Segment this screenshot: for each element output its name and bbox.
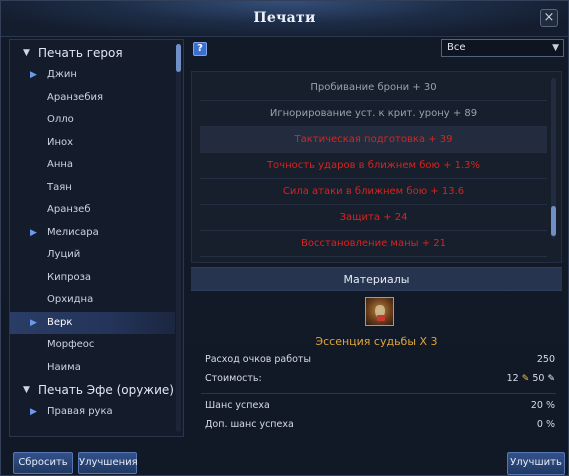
silver-coin-icon: ✎ <box>547 374 555 384</box>
sidebar-item-label: Мелисара <box>47 226 99 238</box>
divider <box>201 393 556 394</box>
seal-category-sidebar: ▼ Печать героя ▶ Джин Аранзебия Олло Инох Анна Т… <box>9 39 184 437</box>
sidebar-item-label: Верк <box>47 316 73 328</box>
chevron-down-icon: ▼ <box>23 48 30 58</box>
sidebar-item[interactable]: Аранзеб <box>10 199 175 222</box>
success-value: 20 % <box>530 400 555 411</box>
help-icon[interactable]: ? <box>193 42 207 56</box>
window-title: Печати <box>253 10 316 26</box>
filter-dropdown[interactable]: Все ▼ <box>441 39 564 57</box>
sidebar-item-label: Наима <box>47 361 81 373</box>
sidebar-item[interactable]: Луций <box>10 244 175 267</box>
stats-scroll-thumb[interactable] <box>551 206 556 236</box>
play-arrow-icon: ▶ <box>30 70 37 80</box>
sidebar-item-label: Олло <box>47 114 74 125</box>
stat-row: Сила атаки в ближнем бою + 13.6 <box>200 179 547 205</box>
success-row: Шанс успеха 20 % <box>205 398 555 414</box>
sidebar-item[interactable]: Наима <box>10 357 175 380</box>
sidebar-item-label: Джин <box>47 69 77 80</box>
reset-button[interactable]: Сбросить <box>13 452 73 474</box>
play-arrow-icon: ▶ <box>30 317 37 328</box>
work-points-value: 250 <box>536 354 555 365</box>
extra-success-value: 0 % <box>536 419 555 430</box>
seals-window: Печати × ▼ Печать героя ▶ Джин Аранзебия Олло… <box>0 0 569 476</box>
sidebar-item[interactable]: Анна <box>10 154 175 177</box>
sidebar-scrollbar[interactable] <box>176 44 181 432</box>
sidebar-group-label: Печать героя <box>38 46 123 60</box>
work-points-row: Расход очков работы 250 <box>205 352 555 368</box>
stats-scrollbar[interactable] <box>551 78 556 238</box>
extra-success-row: Доп. шанс успеха 0 % <box>205 417 555 433</box>
essence-of-fate-icon[interactable] <box>365 297 394 326</box>
sidebar-item[interactable]: Морфеос <box>10 334 175 357</box>
sidebar-group-label: Печать Эфе (оружие) <box>38 383 174 397</box>
materials-header: Материалы <box>191 267 562 291</box>
sidebar-item-label: Кипроза <box>47 271 92 283</box>
filter-selected-value: Все <box>447 42 466 53</box>
sidebar-item-label: Морфеос <box>47 339 95 350</box>
sidebar-item-label: Анна <box>47 159 74 170</box>
badge-shape <box>377 315 385 321</box>
sidebar-item-label: Луций <box>47 249 81 260</box>
sidebar-item[interactable]: ▶ Верк <box>10 311 175 334</box>
sidebar-group[interactable]: ▼ Печать Эфе (оружие) <box>10 379 175 401</box>
stat-row: Мана + 1082 <box>200 257 547 262</box>
stat-row: Точность ударов в ближнем бою + 1.3% <box>200 153 547 179</box>
work-points-label: Расход очков работы <box>205 354 311 365</box>
stat-row: Пробивание брони + 30 <box>200 75 547 101</box>
stat-row: Игнорирование уст. к крит. урону + 89 <box>200 101 547 127</box>
play-arrow-icon: ▶ <box>30 407 37 417</box>
cost-value: 12 ✎ 50 ✎ <box>507 371 555 387</box>
sidebar-item[interactable]: Олло <box>10 109 175 132</box>
gold-coin-icon: ✎ <box>521 374 530 384</box>
stats-list: Пробивание брони + 30 Игнорирование уст. … <box>191 71 562 263</box>
seal-tree: ▼ Печать героя ▶ Джин Аранзебия Олло Инох Анна Т… <box>10 40 175 424</box>
sidebar-item-label: Аранзеб <box>47 204 91 215</box>
seal-detail-panel: ? Все ▼ Пробивание брони + 30 Игнорирован… <box>191 39 564 437</box>
close-button[interactable]: × <box>540 9 558 27</box>
sidebar-item[interactable]: Кипроза <box>10 267 175 290</box>
sidebar-item[interactable]: Орхидна <box>10 289 175 312</box>
material-name: Эссенция судьбы X 3 <box>315 335 438 348</box>
cost-row: Стоимость: 12 ✎ 50 ✎ <box>205 371 555 387</box>
sidebar-item[interactable]: Таян <box>10 177 175 200</box>
chevron-down-icon: ▼ <box>23 385 30 395</box>
sidebar-item-label: Орхидна <box>47 294 94 305</box>
stat-row: Восстановление маны + 21 <box>200 231 547 257</box>
sidebar-scroll-thumb[interactable] <box>176 44 181 72</box>
sidebar-item[interactable]: ▶ Мелисара <box>10 222 175 245</box>
cost-gold: 12 <box>506 373 519 384</box>
chevron-down-icon: ▼ <box>552 43 559 53</box>
extra-success-label: Доп. шанс успеха <box>205 419 294 430</box>
sidebar-item-label: Инох <box>47 136 74 148</box>
play-arrow-icon: ▶ <box>30 227 37 238</box>
stat-row: Защита + 24 <box>200 205 547 231</box>
upgrades-button[interactable]: Улучшения <box>78 452 138 474</box>
cost-label: Стоимость: <box>205 373 262 384</box>
sidebar-group[interactable]: ▼ Печать героя <box>10 42 175 64</box>
title-bar: Печати × <box>1 1 568 37</box>
upgrade-button[interactable]: Улучшить <box>507 452 565 475</box>
sidebar-item[interactable]: Инох <box>10 132 175 155</box>
sidebar-item-label: Правая рука <box>47 406 113 417</box>
sidebar-item-label: Аранзебия <box>47 91 104 103</box>
stat-row: Тактическая подготовка + 39 <box>200 127 547 153</box>
sidebar-item[interactable]: ▶ Правая рука <box>10 401 175 424</box>
cost-silver: 50 <box>532 373 545 384</box>
sidebar-item-label: Таян <box>47 181 72 193</box>
sidebar-item[interactable]: Аранзебия <box>10 87 175 110</box>
sidebar-item[interactable]: ▶ Джин <box>10 64 175 87</box>
success-label: Шанс успеха <box>205 400 270 411</box>
